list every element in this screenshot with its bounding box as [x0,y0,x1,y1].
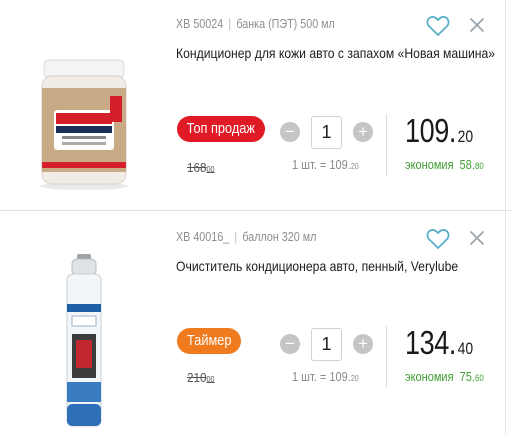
cart-item: ХВ 50024 | банка (ПЭТ) 500 мл Кондиционер … [0,0,512,211]
unit-price: 1 шт. = 109.20 [292,158,359,172]
price-divider [386,326,387,388]
savings-dec: 60 [474,373,484,383]
close-icon[interactable] [469,230,485,246]
meta-separator: | [228,17,232,31]
current-price: 109.20 [405,112,473,150]
old-price-dec: 00 [206,165,215,174]
price-int: 134. [405,324,457,361]
quantity-input[interactable]: 1 [311,328,342,361]
plus-icon[interactable]: + [353,334,373,354]
old-price-int: 168 [187,160,207,175]
price-divider [386,114,387,176]
product-sku: ХВ 40016_ [176,230,230,244]
heart-icon[interactable] [426,15,450,37]
scroll-edge [505,0,506,434]
savings-int: 75. [459,370,475,384]
product-sku: ХВ 50024 [176,17,224,31]
product-meta: ХВ 50024 | банка (ПЭТ) 500 мл [176,17,335,31]
savings: экономия 58.80 [405,158,484,172]
unit-price: 1 шт. = 109.20 [292,370,359,384]
savings-label: экономия [405,158,454,172]
old-price-int: 210 [187,370,207,385]
savings: экономия 75.60 [405,370,484,384]
unit-price-dec: 20 [350,374,359,383]
old-price: 21000 [187,370,215,385]
heart-icon[interactable] [426,228,450,250]
old-price: 16800 [187,160,215,175]
minus-icon[interactable]: − [280,334,300,354]
product-image[interactable] [62,254,106,428]
unit-price-text: 1 шт. = 109. [292,370,351,384]
badge-top-sales: Топ продаж [177,116,265,142]
badge-label: Таймер [186,333,232,349]
product-pack: банка (ПЭТ) 500 мл [236,17,335,31]
savings-int: 58. [459,158,475,172]
savings-dec: 80 [474,161,484,171]
minus-icon[interactable]: − [280,122,300,142]
cart-item: ХВ 40016_ | баллон 320 мл Очиститель конди… [0,212,512,434]
product-image[interactable] [38,52,130,192]
price-dec: 40 [457,339,474,358]
close-icon[interactable] [469,17,485,33]
old-price-dec: 00 [206,375,215,384]
quantity-input[interactable]: 1 [311,116,342,149]
plus-icon[interactable]: + [353,122,373,142]
current-price: 134.40 [405,324,473,362]
savings-label: экономия [405,370,454,384]
unit-price-dec: 20 [350,162,359,171]
product-pack: баллон 320 мл [242,230,317,244]
unit-price-text: 1 шт. = 109. [292,158,351,172]
price-dec: 20 [457,127,474,146]
badge-label: Топ продаж [186,121,256,137]
product-meta: ХВ 40016_ | баллон 320 мл [176,230,316,244]
badge-timer: Таймер [177,328,241,354]
price-int: 109. [405,112,457,149]
product-title[interactable]: Кондиционер для кожи авто с запахом «Нов… [176,45,495,61]
product-title[interactable]: Очиститель кондиционера авто, пенный, Ve… [176,258,458,274]
meta-separator: | [234,230,238,244]
